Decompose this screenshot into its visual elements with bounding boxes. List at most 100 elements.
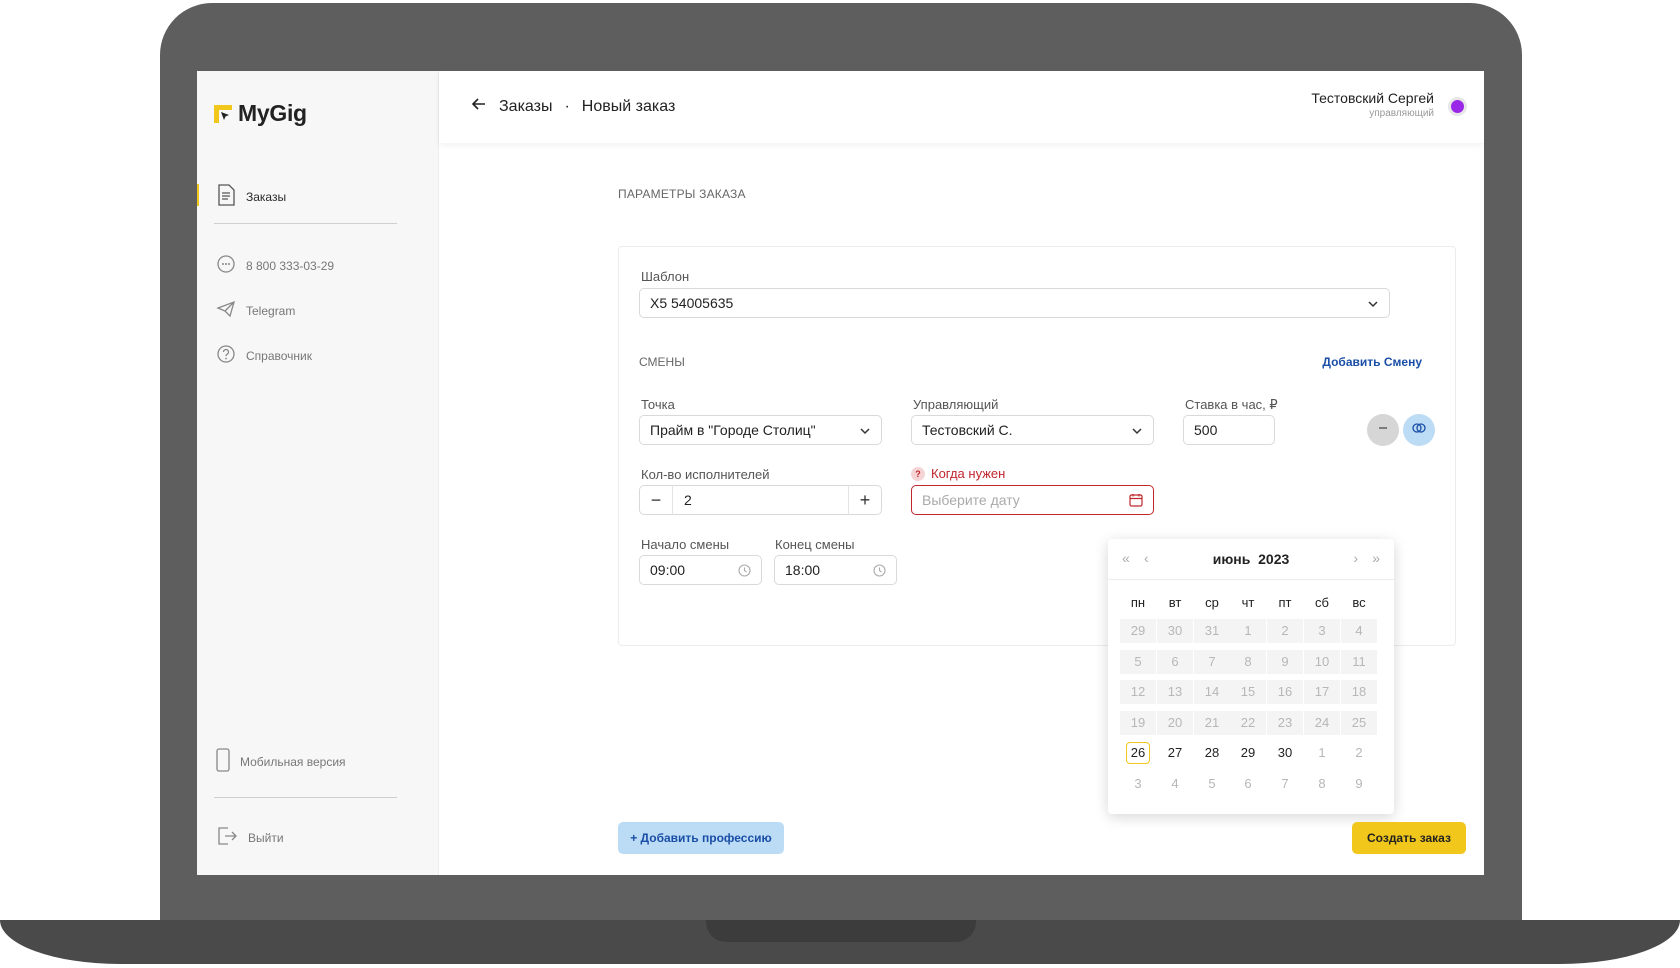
add-profession-button[interactable]: + Добавить профессию [618,822,784,854]
shifts-title: СМЕНЫ [639,355,685,369]
calendar-day[interactable]: 2 [1267,619,1303,643]
end-time-input[interactable]: 18:00 [774,555,897,585]
date-input[interactable]: Выберите дату [911,485,1154,515]
calendar-day[interactable]: 16 [1267,680,1303,704]
help-icon [216,344,236,367]
calendar-day[interactable]: 5 [1120,650,1156,674]
chevron-down-icon [1131,424,1143,440]
point-value: Прайм в "Городе Столиц" [650,422,816,438]
create-order-button[interactable]: Создать заказ [1352,822,1466,854]
logo[interactable]: MyGig [214,100,307,127]
sidebar-item-orders[interactable]: Заказы [216,184,286,209]
document-icon [216,184,236,209]
point-label: Точка [641,397,675,412]
calendar-day[interactable]: 9 [1341,772,1377,796]
sidebar-item-label: 8 800 333-03-29 [246,258,335,273]
next-month-button[interactable]: › [1353,550,1358,566]
calendar-day[interactable]: 7 [1267,772,1303,796]
calendar-month[interactable]: июнь [1213,551,1251,567]
calendar-day[interactable]: 9 [1267,650,1303,674]
remove-shift-button[interactable] [1367,414,1399,446]
sidebar-item-telegram[interactable]: Telegram [216,299,295,322]
calendar-day[interactable]: 4 [1157,772,1193,796]
avatar[interactable] [1448,97,1467,116]
next-year-button[interactable]: » [1372,550,1380,566]
calendar-day[interactable]: 26 [1120,741,1156,765]
calendar-day[interactable]: 3 [1304,619,1340,643]
logo-mark-icon [214,104,232,123]
rate-input[interactable]: 500 [1183,415,1275,445]
user-name: Тестовский Сергей [1311,90,1434,106]
calendar-year[interactable]: 2023 [1258,551,1289,567]
calendar-day[interactable]: 27 [1157,741,1193,765]
start-time-input[interactable]: 09:00 [639,555,762,585]
copy-icon [1411,421,1427,439]
add-shift-link[interactable]: Добавить Смену [1322,355,1422,369]
calendar-day[interactable]: 30 [1267,741,1303,765]
calendar-day[interactable]: 1 [1230,619,1266,643]
manager-value: Тестовский С. [922,422,1013,438]
breadcrumb-parent[interactable]: Заказы [499,98,552,116]
performers-stepper[interactable]: − 2 + [639,485,882,515]
sidebar-item-mobile[interactable]: Мобильная версия [216,748,346,775]
date-picker-header: « ‹ июнь 2023 › » [1108,539,1394,580]
point-select[interactable]: Прайм в "Городе Столиц" [639,415,882,445]
calendar-day[interactable]: 19 [1120,711,1156,735]
manager-select[interactable]: Тестовский С. [911,415,1154,445]
performers-value: 2 [684,492,692,508]
clock-icon [873,564,886,580]
calendar-day[interactable]: 6 [1157,650,1193,674]
calendar-day[interactable]: 5 [1194,772,1230,796]
calendar-day[interactable]: 24 [1304,711,1340,735]
calendar-day[interactable]: 1 [1304,741,1340,765]
start-label: Начало смены [641,537,730,552]
calendar-day[interactable]: 2 [1341,741,1377,765]
calendar-day[interactable]: 10 [1304,650,1340,674]
start-time-value: 09:00 [650,562,686,578]
weekday-header: сб [1315,595,1329,610]
calendar-day[interactable]: 8 [1230,650,1266,674]
calendar-day[interactable]: 11 [1341,650,1377,674]
weekday-header: пн [1130,595,1146,610]
template-select[interactable]: X5 54005635 [639,288,1390,318]
calendar-day[interactable]: 14 [1194,680,1230,704]
calendar-day[interactable]: 7 [1194,650,1230,674]
weekday-header: чт [1241,595,1255,610]
decrement-button[interactable]: − [640,486,673,514]
user-role: управляющий [1369,108,1434,119]
calendar-day[interactable]: 4 [1341,619,1377,643]
performers-label: Кол-во исполнителей [641,467,770,482]
calendar-day[interactable]: 18 [1341,680,1377,704]
calendar-day[interactable]: 22 [1230,711,1266,735]
main-content: Заказы · Новый заказ Тестовский Сергей у… [439,71,1484,875]
calendar-day[interactable]: 8 [1304,772,1340,796]
calendar-day[interactable]: 29 [1120,619,1156,643]
calendar-day[interactable]: 15 [1230,680,1266,704]
calendar-day[interactable]: 23 [1267,711,1303,735]
sidebar-item-label: Заказы [246,189,287,204]
calendar-day[interactable]: 6 [1230,772,1266,796]
calendar-day[interactable]: 21 [1194,711,1230,735]
calendar-day[interactable]: 31 [1194,619,1230,643]
calendar-day[interactable]: 17 [1304,680,1340,704]
sidebar-item-help[interactable]: Справочник [216,344,312,367]
calendar-day[interactable]: 29 [1230,741,1266,765]
calendar-day[interactable]: 13 [1157,680,1193,704]
calendar-day[interactable]: 28 [1194,741,1230,765]
calendar-day[interactable]: 25 [1341,711,1377,735]
breadcrumb: Заказы · Новый заказ [471,96,675,117]
divider [214,223,397,224]
increment-button[interactable]: + [848,486,881,514]
calendar-day[interactable]: 12 [1120,680,1156,704]
user-info[interactable]: Тестовский Сергей управляющий [1311,90,1434,119]
back-arrow-icon[interactable] [471,96,487,117]
calendar-icon[interactable] [1129,493,1143,510]
logo-text: MyGig [238,100,307,126]
sidebar-item-phone[interactable]: 8 800 333-03-29 [216,254,334,277]
calendar-day[interactable]: 20 [1157,711,1193,735]
app-window: MyGig Заказы 8 800 333-03-29 Telegram Сп… [197,71,1484,875]
sidebar-item-logout[interactable]: Выйти [216,825,284,850]
calendar-day[interactable]: 3 [1120,772,1156,796]
copy-shift-button[interactable] [1403,414,1435,446]
calendar-day[interactable]: 30 [1157,619,1193,643]
